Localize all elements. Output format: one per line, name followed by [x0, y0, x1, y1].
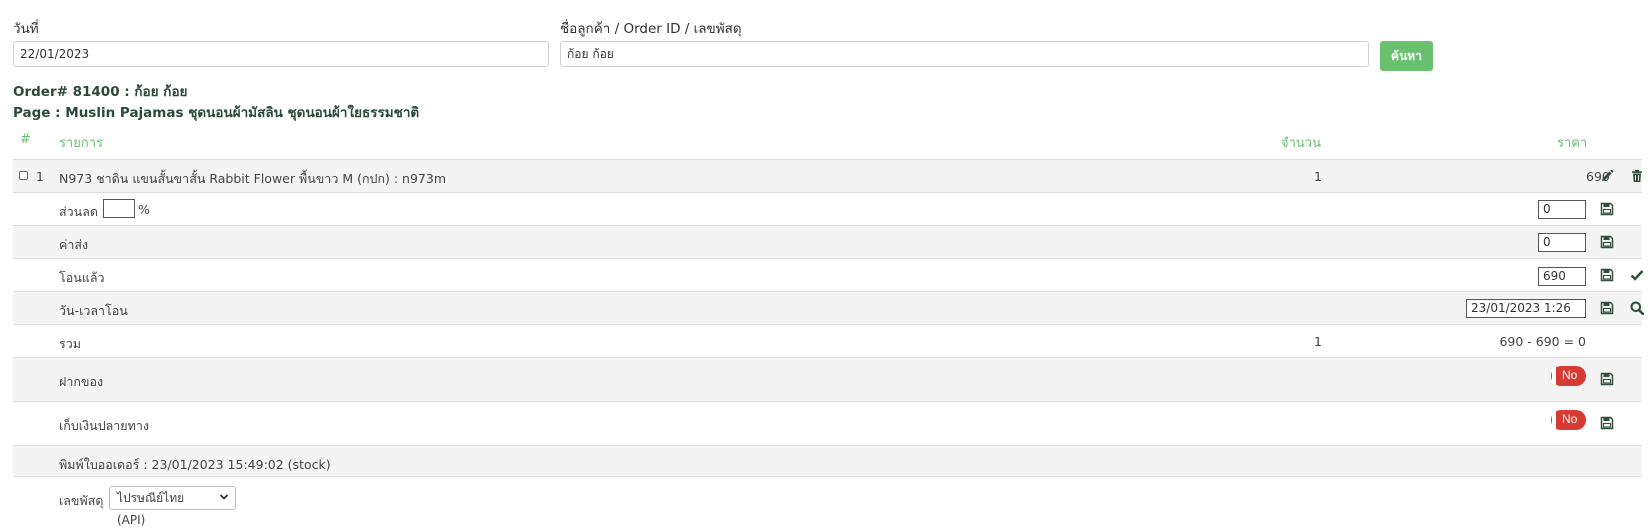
carrier-select[interactable]: ไปรษณีย์ไทย (API) — [109, 486, 236, 527]
search-icon[interactable] — [1630, 301, 1644, 315]
discount-label: ส่วนลด — [59, 204, 98, 219]
shipping-label: ค่าส่ง — [59, 237, 89, 252]
deposit-row: ฝากของ No — [13, 357, 1642, 401]
total-label: รวม — [59, 336, 81, 351]
edit-icon[interactable] — [1600, 169, 1614, 183]
search-button[interactable]: ค้นหา — [1380, 41, 1433, 71]
item-row: 1 N973 ชาดิน แขนสั้นขาสั้น Rabbit Flower… — [13, 159, 1642, 192]
date-label: วันที่ — [13, 21, 39, 37]
discount-row: ส่วนลด % 0 — [13, 192, 1642, 225]
header-item: รายการ — [59, 136, 104, 151]
item-checkbox[interactable] — [19, 171, 28, 180]
save-icon[interactable] — [1600, 202, 1614, 216]
deposit-toggle[interactable]: No — [1551, 366, 1586, 386]
discount-percent-input[interactable] — [103, 199, 135, 218]
cod-row: เก็บเงินปลายทาง No — [13, 401, 1642, 445]
printed-info: พิมพ์ใบออเดอร์ : 23/01/2023 15:49:02 (st… — [59, 457, 331, 472]
date-input[interactable]: 22/01/2023 — [13, 41, 549, 67]
save-icon[interactable] — [1600, 235, 1614, 249]
deposit-label: ฝากของ — [59, 374, 104, 389]
transferred-row: โอนแล้ว 690 — [13, 258, 1644, 291]
search-label: ชื่อลูกค้า / Order ID / เลขพัสดุ — [560, 21, 742, 37]
transfer-time-label: วัน-เวลาโอน — [59, 303, 128, 318]
percent-sign: % — [138, 202, 150, 217]
transferred-label: โอนแล้ว — [59, 270, 105, 285]
check-icon[interactable] — [1630, 268, 1644, 282]
save-icon[interactable] — [1600, 372, 1614, 386]
transfer-time-row: วัน-เวลาโอน 23/01/2023 1:26 — [13, 291, 1644, 324]
order-page: Page : Muslin Pajamas ชุดนอนผ้ามัสลิน ชุ… — [13, 105, 420, 121]
total-row: รวม 1 690 - 690 = 0 — [13, 324, 1642, 357]
carrier-select-value: ไปรษณีย์ไทย (API) — [117, 491, 185, 527]
deposit-toggle-text: No — [1562, 368, 1578, 382]
total-value: 690 - 690 = 0 — [1499, 334, 1586, 349]
header-num: # — [20, 132, 31, 147]
item-qty: 1 — [1314, 169, 1322, 184]
item-name: N973 ชาดิน แขนสั้นขาสั้น Rabbit Flower พ… — [59, 171, 447, 186]
header-price: ราคา — [1557, 136, 1588, 151]
cod-toggle[interactable]: No — [1551, 410, 1586, 430]
save-icon[interactable] — [1600, 268, 1614, 282]
shipping-row: ค่าส่ง 0 — [13, 225, 1642, 258]
save-icon[interactable] — [1600, 416, 1614, 430]
shipping-input[interactable]: 0 — [1538, 233, 1586, 252]
tracking-label: เลขพัสดุ — [59, 493, 104, 508]
save-icon[interactable] — [1600, 301, 1614, 315]
discount-amount-input[interactable]: 0 — [1538, 200, 1586, 219]
total-qty: 1 — [1314, 334, 1322, 349]
transferred-input[interactable]: 690 — [1538, 267, 1586, 286]
transfer-time-input[interactable]: 23/01/2023 1:26 — [1466, 299, 1586, 318]
chevron-down-icon — [219, 494, 229, 500]
trash-icon[interactable] — [1630, 169, 1644, 183]
printed-row: พิมพ์ใบออเดอร์ : 23/01/2023 15:49:02 (st… — [13, 445, 1642, 477]
cod-toggle-text: No — [1562, 412, 1578, 426]
header-qty: จำนวน — [1281, 136, 1321, 151]
search-input[interactable]: ก้อย ก้อย — [560, 41, 1369, 67]
cod-label: เก็บเงินปลายทาง — [59, 418, 149, 433]
order-number: Order# 81400 : ก้อย ก้อย — [13, 84, 188, 100]
item-index: 1 — [36, 169, 44, 184]
